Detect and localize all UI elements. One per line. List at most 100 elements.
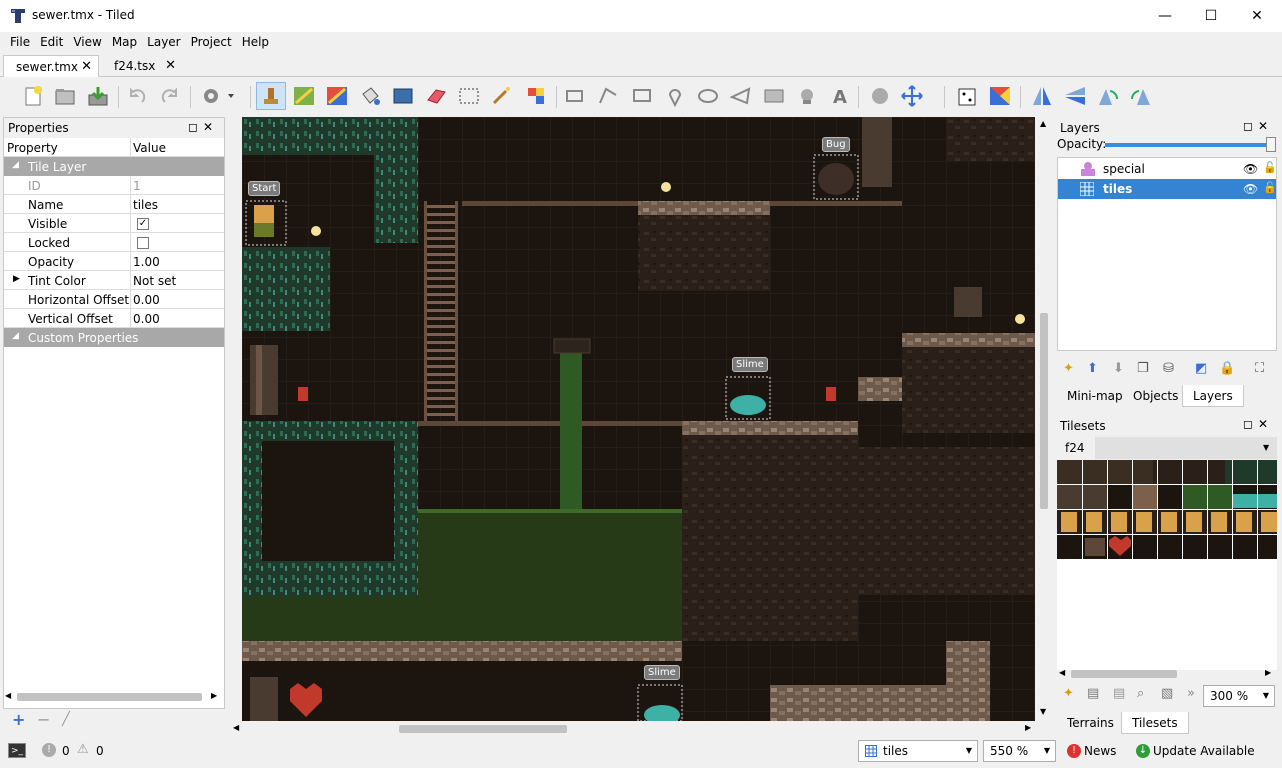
duplicate-layer-icon[interactable]: ❐ (1137, 361, 1149, 377)
menu-map[interactable]: Map (107, 32, 142, 49)
close-button[interactable]: ✕ (1234, 0, 1280, 32)
chevron-down-icon[interactable]: ▼ (1263, 443, 1269, 452)
commands-gear-icon[interactable] (200, 85, 236, 107)
edit-polygons-icon[interactable] (596, 85, 620, 107)
menu-layer[interactable]: Layer (142, 32, 185, 49)
map-vertical-scrollbar[interactable]: ▲ ▼ (1037, 117, 1052, 721)
lock-icon[interactable]: 🔓 (1263, 161, 1277, 174)
warning-icon[interactable]: ⚠ (77, 742, 89, 757)
save-icon[interactable] (86, 85, 110, 107)
scrollbar-thumb[interactable] (1040, 313, 1048, 509)
insert-ellipse-icon[interactable] (696, 85, 720, 107)
scroll-right-icon[interactable]: ▶ (1265, 668, 1271, 677)
menu-help[interactable]: Help (237, 32, 274, 49)
chevron-down-icon[interactable]: ▼ (1263, 691, 1269, 700)
console-icon[interactable]: >_ (8, 743, 26, 758)
property-row-locked[interactable]: Locked (4, 233, 224, 252)
redo-icon[interactable] (158, 85, 182, 107)
insert-text-icon[interactable]: A (828, 85, 852, 107)
open-icon[interactable] (53, 85, 77, 107)
export-tileset-icon[interactable]: ▤ (1113, 686, 1125, 702)
tile-map[interactable] (242, 117, 1035, 721)
chevron-down-icon[interactable]: ▼ (1044, 746, 1050, 755)
group-tile-layer[interactable]: ◢ Tile Layer (4, 157, 224, 176)
layer-row-special[interactable]: special 👁 🔓 (1058, 159, 1277, 179)
rectangular-select-icon[interactable] (457, 85, 481, 107)
menu-file[interactable]: File (5, 32, 35, 49)
magic-wand-icon[interactable] (490, 85, 514, 107)
tileset-view[interactable] (1057, 460, 1277, 670)
locked-checkbox[interactable] (137, 237, 149, 249)
news-link[interactable]: News (1084, 744, 1116, 758)
scroll-down-icon[interactable]: ▼ (1040, 707, 1046, 716)
bucket-fill-icon[interactable] (358, 85, 382, 107)
scroll-left-icon[interactable]: ◀ (233, 723, 239, 732)
new-map-icon[interactable] (22, 85, 46, 107)
tab-tilesets[interactable]: Tilesets (1121, 712, 1189, 734)
update-icon[interactable]: ↓ (1136, 744, 1150, 758)
close-tab-icon[interactable]: ✕ (165, 58, 176, 73)
layer-row-tiles[interactable]: tiles 👁 🔓 (1058, 179, 1277, 199)
random-mode-dice-icon[interactable] (956, 85, 980, 107)
new-tileset-icon[interactable]: ✦ (1063, 686, 1074, 702)
undo-icon[interactable] (125, 85, 149, 107)
error-icon[interactable]: ! (42, 743, 56, 757)
properties-horizontal-scrollbar[interactable]: ◀ ▶ (5, 690, 223, 704)
insert-tile-icon[interactable] (762, 85, 786, 107)
map-horizontal-scrollbar[interactable]: ◀ ▶ (229, 721, 1037, 736)
tileset-zoom-combo[interactable]: 300 % ▼ (1203, 685, 1275, 707)
terrain-brush-icon[interactable] (292, 85, 316, 107)
expand-arrow-icon[interactable]: ▶ (13, 274, 20, 284)
close-tab-icon[interactable]: ✕ (81, 59, 92, 74)
property-row-name[interactable]: Name tiles (4, 195, 224, 214)
show-hide-others-icon[interactable]: ◩ (1195, 361, 1207, 377)
lower-layer-icon[interactable]: ⬇ (1113, 361, 1124, 377)
insert-template-icon[interactable] (795, 85, 819, 107)
tab-mini-map[interactable]: Mini-map (1057, 385, 1133, 407)
insert-rectangle-icon[interactable] (630, 85, 654, 107)
float-panel-icon[interactable]: ◻ (1243, 119, 1258, 133)
scrollbar-thumb[interactable] (17, 693, 202, 701)
property-row-opacity[interactable]: Opacity 1.00 (4, 252, 224, 271)
close-panel-icon[interactable]: ✕ (1258, 417, 1273, 431)
flip-horizontal-icon[interactable] (1030, 85, 1054, 107)
world-tool-icon[interactable] (868, 85, 892, 107)
rotate-right-icon[interactable] (1129, 85, 1153, 107)
lock-others-icon[interactable]: 🔒 (1219, 361, 1235, 377)
scrollbar-thumb[interactable] (399, 725, 567, 733)
update-available-link[interactable]: Update Available (1153, 744, 1255, 758)
insert-polygon-icon[interactable] (729, 85, 753, 107)
opacity-slider-track[interactable] (1105, 143, 1269, 147)
tab-sewer-tmx[interactable]: sewer.tmx ✕ (3, 55, 99, 77)
menu-view[interactable]: View (68, 32, 106, 49)
flip-vertical-icon[interactable] (1063, 85, 1087, 107)
rotate-left-icon[interactable] (1096, 85, 1120, 107)
lock-icon[interactable]: 🔓 (1263, 181, 1277, 194)
scroll-left-icon[interactable]: ◀ (5, 691, 11, 700)
select-same-tile-icon[interactable] (524, 85, 548, 107)
tab-f24-tsx[interactable]: f24.tsx ✕ (102, 55, 182, 77)
maximize-button[interactable]: ☐ (1188, 0, 1234, 32)
scroll-up-icon[interactable]: ▲ (1040, 119, 1046, 128)
scrollbar-thumb[interactable] (1071, 670, 1177, 678)
visibility-eye-icon[interactable]: 👁 (1243, 162, 1258, 176)
tab-objects[interactable]: Objects (1123, 385, 1188, 407)
menu-project[interactable]: Project (186, 32, 237, 49)
rename-property-icon[interactable]: ╱ (62, 712, 70, 728)
opacity-slider-handle[interactable] (1266, 137, 1276, 152)
scroll-right-icon[interactable]: ▶ (211, 691, 217, 700)
layer-combo[interactable]: tiles ▼ (858, 740, 978, 762)
remove-tileset-icon[interactable]: ▧ (1161, 686, 1173, 702)
tab-layers[interactable]: Layers (1182, 385, 1244, 407)
zoom-combo[interactable]: 550 % ▼ (983, 740, 1056, 762)
select-objects-icon[interactable] (563, 85, 587, 107)
tab-terrains[interactable]: Terrains (1057, 712, 1124, 734)
wang-fill-mode-icon[interactable] (988, 85, 1012, 107)
delete-layer-icon[interactable]: ⛁ (1163, 361, 1174, 377)
new-layer-icon[interactable]: ✦ (1063, 361, 1074, 377)
raise-layer-icon[interactable]: ⬆ (1087, 361, 1098, 377)
highlight-layer-icon[interactable]: ⛶ (1255, 361, 1264, 377)
visibility-eye-icon[interactable]: 👁 (1243, 182, 1258, 196)
scroll-left-icon[interactable]: ◀ (1059, 668, 1065, 677)
tileset-image[interactable] (1057, 460, 1277, 670)
